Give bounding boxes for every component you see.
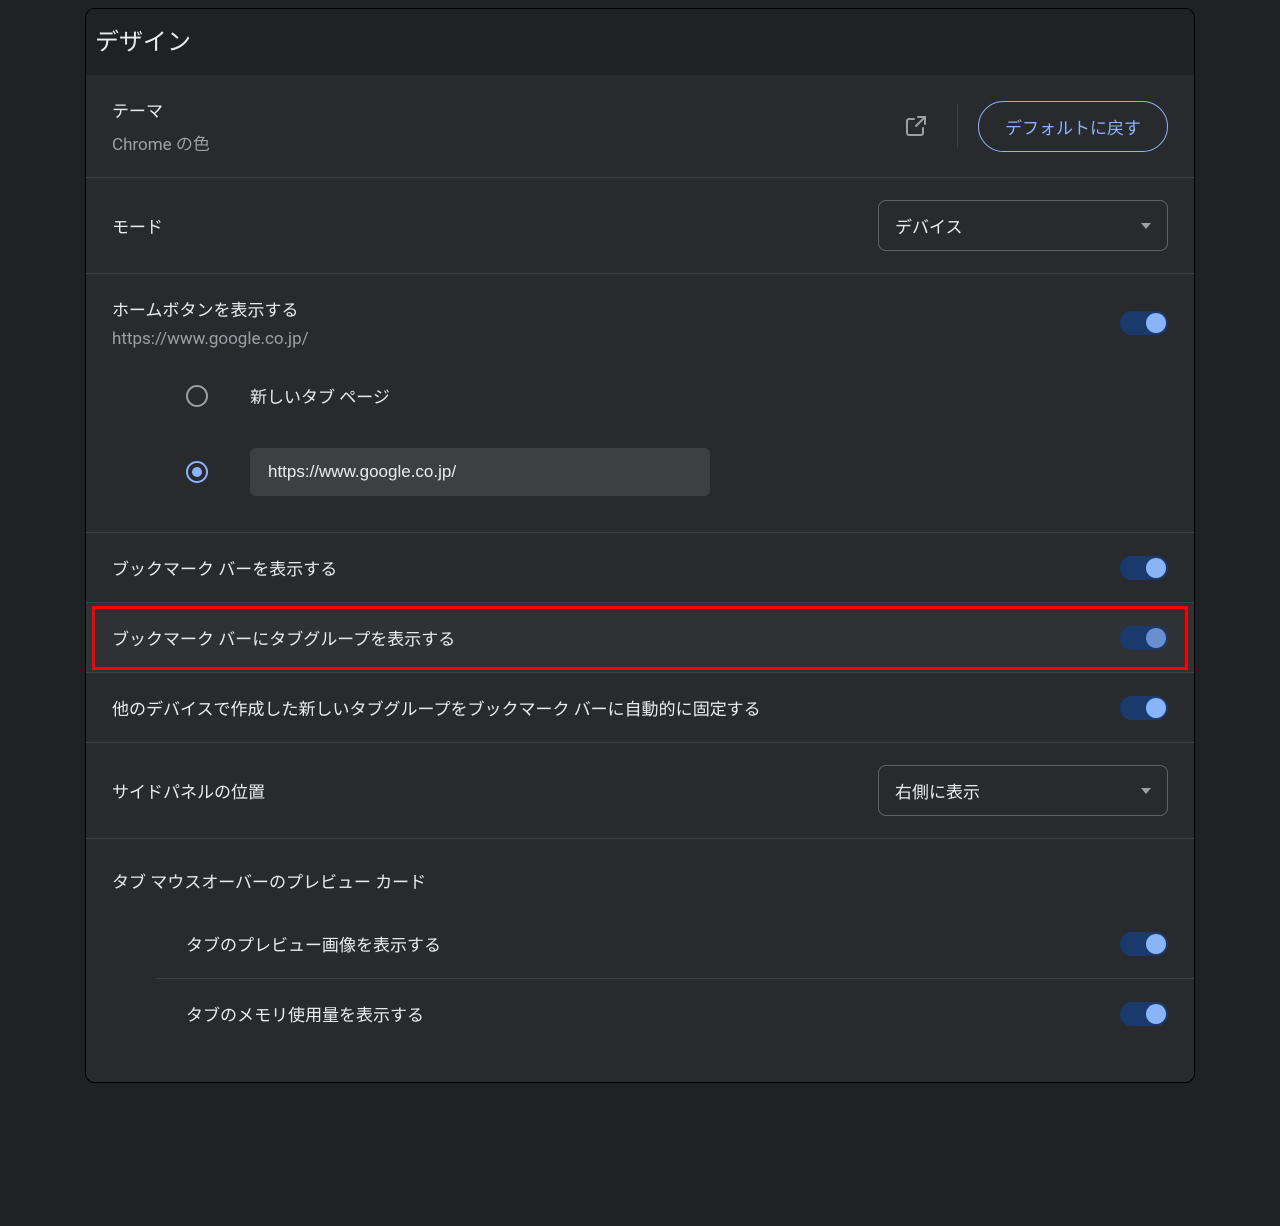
home-option-new-tab-row[interactable]: 新しいタブ ページ — [186, 383, 1168, 408]
tab-preview-image-toggle[interactable] — [1120, 932, 1168, 956]
bookmark-tab-groups-toggle[interactable] — [1120, 626, 1168, 650]
side-panel-select[interactable]: 右側に表示 — [878, 765, 1168, 816]
mode-row: モード デバイス — [86, 178, 1194, 274]
bookmark-bar-toggle[interactable] — [1120, 556, 1168, 580]
divider — [957, 104, 958, 148]
chevron-down-icon — [1141, 788, 1151, 794]
tab-preview-image-label: タブのプレビュー画像を表示する — [186, 931, 441, 956]
theme-row: テーマ Chrome の色 デフォルトに戻す — [86, 75, 1194, 178]
auto-pin-tab-groups-toggle[interactable] — [1120, 696, 1168, 720]
home-button-subtitle: https://www.google.co.jp/ — [112, 329, 309, 349]
page-title: デザイン — [85, 8, 1195, 75]
theme-subtitle: Chrome の色 — [112, 130, 210, 155]
side-panel-select-value: 右側に表示 — [895, 778, 980, 803]
home-button-row: ホームボタンを表示する https://www.google.co.jp/ — [86, 274, 1194, 359]
auto-pin-tab-groups-row: 他のデバイスで作成した新しいタブグループをブックマーク バーに自動的に固定する — [86, 673, 1194, 743]
bookmark-bar-label: ブックマーク バーを表示する — [112, 555, 337, 580]
radio-new-tab[interactable] — [186, 385, 208, 407]
home-button-options: 新しいタブ ページ — [86, 359, 1194, 533]
side-panel-label: サイドパネルの位置 — [112, 778, 265, 803]
radio-new-tab-label: 新しいタブ ページ — [250, 383, 390, 408]
theme-label: テーマ — [112, 97, 210, 122]
home-button-toggle[interactable] — [1120, 311, 1168, 335]
mode-select-value: デバイス — [895, 213, 963, 238]
tab-hover-sub-rows: タブのプレビュー画像を表示する タブのメモリ使用量を表示する — [86, 909, 1194, 1048]
open-in-new-icon[interactable] — [895, 105, 937, 147]
home-option-custom-row[interactable] — [186, 448, 1168, 496]
chevron-down-icon — [1141, 223, 1151, 229]
bookmark-tab-groups-row: ブックマーク バーにタブグループを表示する — [86, 603, 1194, 673]
tab-memory-usage-label: タブのメモリ使用量を表示する — [186, 1001, 424, 1026]
bookmark-tab-groups-highlight: ブックマーク バーにタブグループを表示する — [86, 603, 1194, 673]
reset-to-default-button[interactable]: デフォルトに戻す — [978, 101, 1168, 152]
tab-hover-label: タブ マウスオーバーのプレビュー カード — [112, 868, 426, 893]
tab-memory-usage-toggle[interactable] — [1120, 1002, 1168, 1026]
home-url-input[interactable] — [250, 448, 710, 496]
mode-select[interactable]: デバイス — [878, 200, 1168, 251]
home-button-label: ホームボタンを表示する — [112, 296, 309, 321]
tab-memory-usage-row: タブのメモリ使用量を表示する — [156, 979, 1194, 1048]
tab-preview-image-row: タブのプレビュー画像を表示する — [156, 909, 1194, 979]
tab-hover-header-row: タブ マウスオーバーのプレビュー カード — [86, 839, 1194, 909]
side-panel-row: サイドパネルの位置 右側に表示 — [86, 743, 1194, 839]
design-settings-panel: デザイン テーマ Chrome の色 デフォルトに戻す モード デバイス — [85, 8, 1195, 1083]
mode-label: モード — [112, 213, 163, 238]
auto-pin-tab-groups-label: 他のデバイスで作成した新しいタブグループをブックマーク バーに自動的に固定する — [112, 695, 761, 720]
radio-custom-url[interactable] — [186, 461, 208, 483]
bookmark-tab-groups-label: ブックマーク バーにタブグループを表示する — [112, 625, 455, 650]
bookmark-bar-row: ブックマーク バーを表示する — [86, 533, 1194, 603]
